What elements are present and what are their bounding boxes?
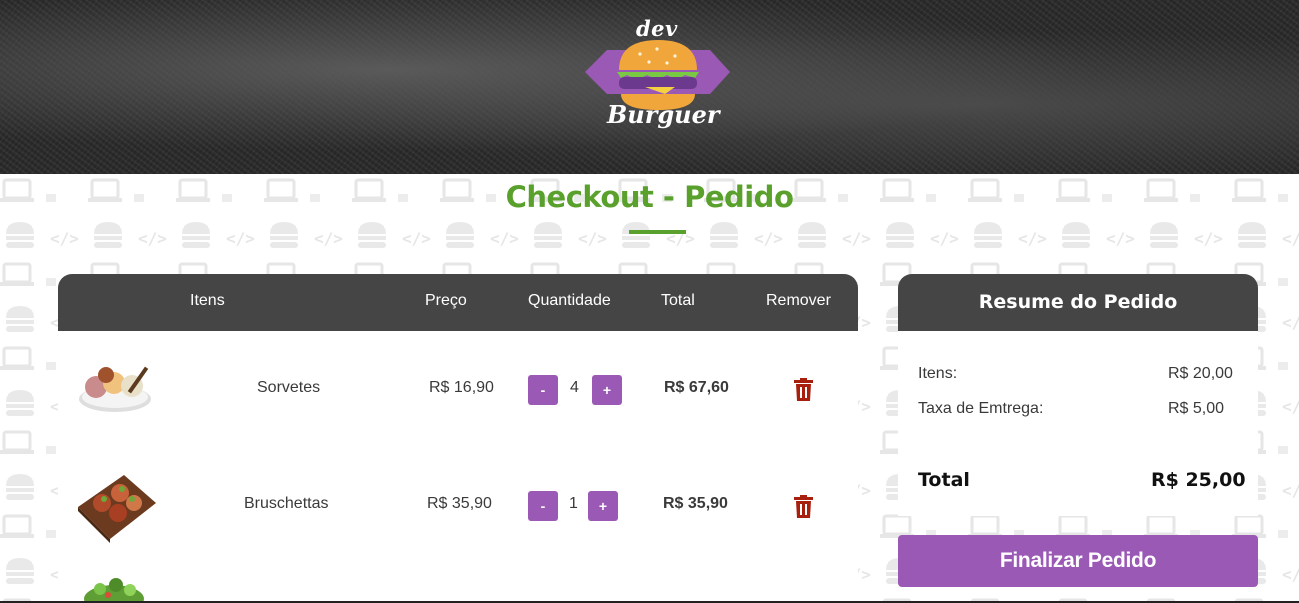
salad-image: [84, 578, 144, 603]
cart-row: Bruschettas R$ 35,90 - 1 + R$ 35,90: [58, 447, 858, 557]
item-quantity: 1: [569, 495, 578, 512]
column-header-price: Preço: [425, 292, 467, 309]
bruschetta-image: [78, 475, 156, 543]
trash-icon[interactable]: [794, 378, 813, 401]
cart-row: [58, 567, 858, 603]
item-name: Bruschettas: [244, 495, 329, 512]
logo-burguer-text: Burguer: [607, 100, 720, 129]
summary-title: Resume do Pedido: [898, 274, 1258, 331]
finish-order-button[interactable]: Finalizar Pedido: [898, 535, 1258, 587]
item-price: R$ 16,90: [429, 379, 494, 396]
logo-dev-text: dev: [636, 16, 678, 41]
cart-row: Sorvetes R$ 16,90 - 4 + R$ 67,60: [58, 331, 858, 441]
cart-table-header: Itens Preço Quantidade Total Remover: [58, 274, 858, 331]
ice-cream-image: [79, 366, 151, 412]
increase-quantity-button[interactable]: +: [588, 491, 618, 521]
summary-total-label: Total: [918, 469, 970, 491]
summary-items-label: Itens:: [918, 365, 958, 382]
column-header-items: Itens: [190, 292, 225, 309]
item-quantity: 4: [570, 379, 579, 396]
item-price: R$ 35,90: [427, 495, 492, 512]
cart-table-body: Sorvetes R$ 16,90 - 4 + R$ 67,60 Brusche…: [58, 331, 858, 603]
summary-items-value: R$ 20,00: [1168, 365, 1233, 382]
title-underline: [629, 230, 686, 234]
trash-icon[interactable]: [794, 495, 813, 518]
summary-delivery-value: R$ 5,00: [1168, 400, 1225, 417]
item-name: Sorvetes: [257, 379, 321, 396]
decrease-quantity-button[interactable]: -: [528, 375, 558, 405]
order-summary: Itens: R$ 20,00 Taxa de Emtrega: R$ 5,00…: [898, 331, 1258, 516]
item-total: R$ 35,90: [663, 495, 728, 512]
decrease-quantity-button[interactable]: -: [528, 491, 558, 521]
column-header-quantity: Quantidade: [528, 292, 611, 309]
dev-burguer-logo[interactable]: dev Burguer: [585, 14, 730, 134]
page-title: Checkout - Pedido: [505, 180, 794, 214]
header-banner: dev Burguer: [0, 0, 1299, 174]
column-header-total: Total: [661, 292, 695, 309]
item-total: R$ 67,60: [664, 379, 729, 396]
summary-total-value: R$ 25,00: [1151, 469, 1246, 491]
increase-quantity-button[interactable]: +: [592, 375, 622, 405]
summary-delivery-label: Taxa de Emtrega:: [918, 400, 1044, 417]
column-header-remove: Remover: [766, 292, 831, 309]
